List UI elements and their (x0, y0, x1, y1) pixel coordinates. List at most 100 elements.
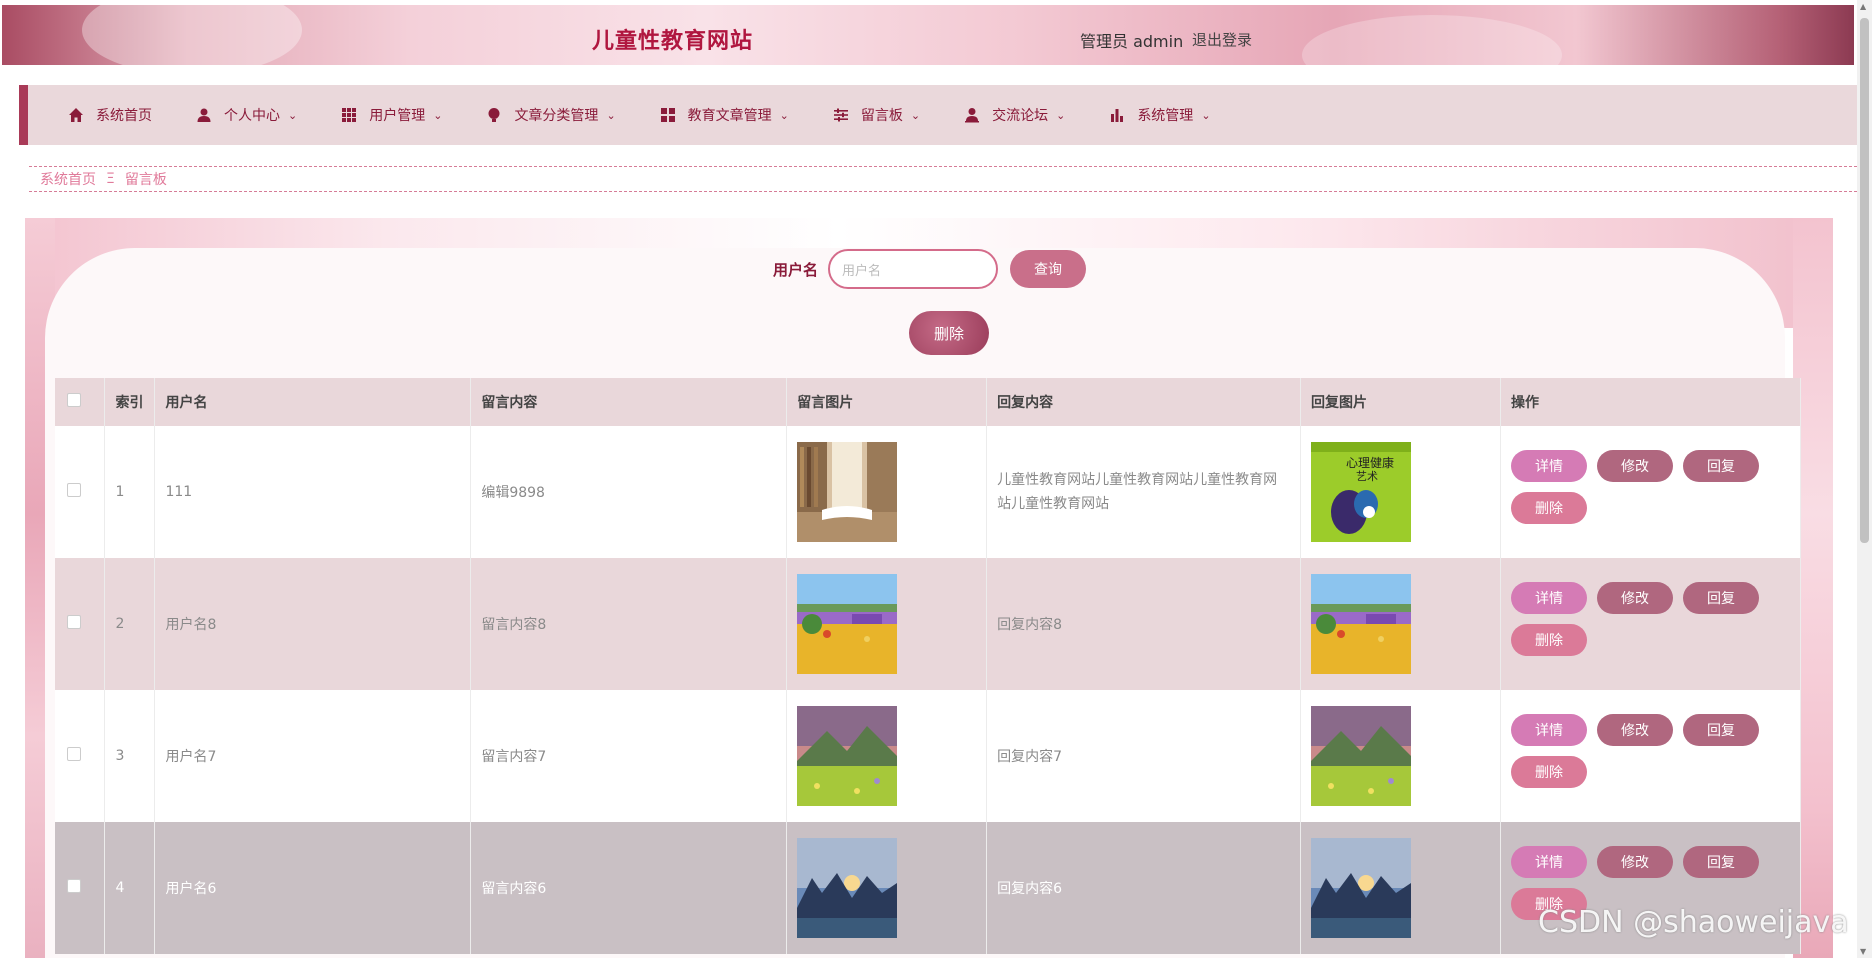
cell-reply-image (1300, 822, 1501, 954)
chevron-down-icon: ⌄ (288, 108, 298, 122)
message-image-flower-field[interactable] (797, 574, 898, 674)
reply-button[interactable]: 回复 (1682, 846, 1759, 878)
row-actions: 详情 修改 回复 删除 (1510, 582, 1771, 666)
select-all-checkbox[interactable] (67, 393, 81, 407)
site-title: 儿童性教育网站 (592, 29, 754, 54)
nav-item-article-category[interactable]: 文章分类管理 ⌄ (486, 105, 616, 125)
cell-content: 留言内容7 (470, 690, 788, 822)
cell-reply: 回复内容7 (986, 690, 1302, 822)
edit-button[interactable]: 修改 (1596, 582, 1673, 614)
delete-button[interactable]: 删除 (1510, 756, 1587, 788)
nav-label: 留言板 (860, 108, 903, 124)
sliders-icon (833, 108, 848, 122)
search-bar: 用户名 用户名 查询 (773, 249, 1087, 289)
chevron-down-icon: ⌄ (910, 108, 921, 122)
edit-button[interactable]: 修改 (1596, 450, 1673, 482)
nav-item-home[interactable]: 系统首页 (68, 105, 152, 125)
vertical-scrollbar[interactable]: ▲ ▼ (1857, 0, 1872, 958)
main-nav: 系统首页 个人中心 ⌄ 用户管理 ⌄ 文章分类管理 ⌄ 教育文章管理 ⌄ 留言板… (19, 85, 1857, 145)
cell-reply: 儿童性教育网站儿童性教育网站儿童性教育网站儿童性教育网站 (986, 426, 1302, 558)
detail-button[interactable]: 详情 (1510, 846, 1587, 878)
cell-reply-image: 心理健康 艺术 (1300, 426, 1501, 558)
nav-label: 用户管理 (369, 108, 426, 124)
detail-button[interactable]: 详情 (1510, 714, 1587, 746)
main-content: 用户名 用户名 查询 删除 索引 用户名 留言内容 留言图片 回复内容 回复图片… (25, 218, 1833, 958)
nav-label: 教育文章管理 (687, 108, 772, 124)
reply-button[interactable]: 回复 (1682, 450, 1759, 482)
detail-button[interactable]: 详情 (1510, 582, 1587, 614)
cell-image (786, 558, 988, 690)
username-search-input[interactable]: 用户名 (828, 249, 999, 289)
scrollbar-thumb[interactable] (1860, 18, 1869, 543)
csdn-watermark: CSDN @shaoweijava (1538, 905, 1849, 940)
scroll-up-arrow-icon[interactable]: ▲ (1860, 2, 1866, 11)
row-select-cell (55, 426, 106, 558)
scroll-down-arrow-icon[interactable]: ▼ (1860, 947, 1866, 956)
edit-button[interactable]: 修改 (1596, 714, 1673, 746)
nav-item-message-board[interactable]: 留言板 ⌄ (833, 105, 920, 125)
edit-button[interactable]: 修改 (1596, 846, 1673, 878)
cell-image (786, 822, 988, 954)
nav-item-education-article[interactable]: 教育文章管理 ⌄ (660, 105, 789, 125)
table-row: 3 用户名7 留言内容7 回复内容7 详情 修改 回复 删除 (55, 690, 1802, 822)
nav-item-system-management[interactable]: 系统管理 ⌄ (1109, 105, 1211, 125)
nav-label: 交流论坛 (992, 108, 1049, 124)
reply-button[interactable]: 回复 (1682, 714, 1759, 746)
query-button[interactable]: 查询 (1010, 250, 1087, 288)
chevron-down-icon: ⌄ (606, 108, 616, 122)
cell-actions: 详情 修改 回复 删除 (1500, 558, 1802, 690)
nav-item-forum[interactable]: 交流论坛 ⌄ (964, 105, 1065, 125)
nav-label: 系统管理 (1137, 108, 1194, 124)
cell-username: 用户名6 (154, 822, 472, 954)
top-header: 儿童性教育网站 管理员 admin 退出登录 (2, 5, 1854, 65)
logout-link[interactable]: 退出登录 (1192, 29, 1252, 50)
col-image: 留言图片 (786, 378, 988, 426)
cell-index: 4 (104, 822, 156, 954)
reply-image-mountain-meadow[interactable] (1311, 706, 1412, 806)
reply-image-flower-field[interactable] (1311, 574, 1412, 674)
bulk-delete-button[interactable]: 删除 (909, 311, 989, 355)
reply-image-book-cover[interactable]: 心理健康艺术 (1311, 442, 1412, 542)
col-content: 留言内容 (470, 378, 788, 426)
cell-username: 用户名7 (154, 690, 472, 822)
cell-username: 用户名8 (154, 558, 472, 690)
search-label: 用户名 (773, 260, 819, 279)
col-reply: 回复内容 (986, 378, 1302, 426)
user-icon (197, 108, 211, 122)
cell-content: 留言内容6 (470, 822, 788, 954)
cell-username: 111 (154, 426, 472, 558)
page: { "header": {"title": "儿童性教育网站", "user_l… (0, 0, 1872, 958)
cell-index: 3 (104, 690, 156, 822)
row-checkbox[interactable] (67, 615, 81, 629)
message-image-mountain-meadow[interactable] (797, 706, 898, 806)
cell-image (786, 690, 988, 822)
cell-content: 编辑9898 (470, 426, 788, 558)
cell-index: 2 (104, 558, 156, 690)
reply-image-sunset-mountains[interactable] (1311, 838, 1412, 938)
detail-button[interactable]: 详情 (1510, 450, 1587, 482)
message-image-books[interactable] (797, 442, 898, 542)
message-image-sunset-mountains[interactable] (797, 838, 898, 938)
person-icon (965, 108, 980, 123)
breadcrumb-home[interactable]: 系统首页 (40, 169, 96, 189)
chevron-down-icon: ⌄ (1056, 108, 1066, 122)
row-actions: 详情 修改 回复 删除 (1510, 714, 1771, 798)
delete-button[interactable]: 删除 (1510, 624, 1587, 656)
row-checkbox[interactable] (67, 747, 81, 761)
grid-icon (342, 108, 357, 122)
svg-text:艺术: 艺术 (1356, 470, 1378, 483)
row-checkbox[interactable] (67, 483, 81, 497)
cell-actions: 详情 修改 回复 删除 (1500, 690, 1802, 822)
reply-button[interactable]: 回复 (1682, 582, 1759, 614)
nav-item-personal-center[interactable]: 个人中心 ⌄ (196, 105, 297, 125)
admin-user-label: 管理员 admin (1080, 32, 1184, 51)
row-checkbox[interactable] (67, 879, 81, 893)
row-select-cell (55, 558, 106, 690)
cell-reply: 回复内容6 (986, 822, 1302, 954)
row-select-cell (55, 822, 106, 954)
chevron-down-icon: ⌄ (1201, 108, 1211, 122)
bulb-icon (488, 108, 500, 122)
delete-button[interactable]: 删除 (1510, 492, 1587, 524)
breadcrumb-separator: Ξ (106, 171, 115, 187)
nav-item-user-management[interactable]: 用户管理 ⌄ (341, 105, 442, 125)
